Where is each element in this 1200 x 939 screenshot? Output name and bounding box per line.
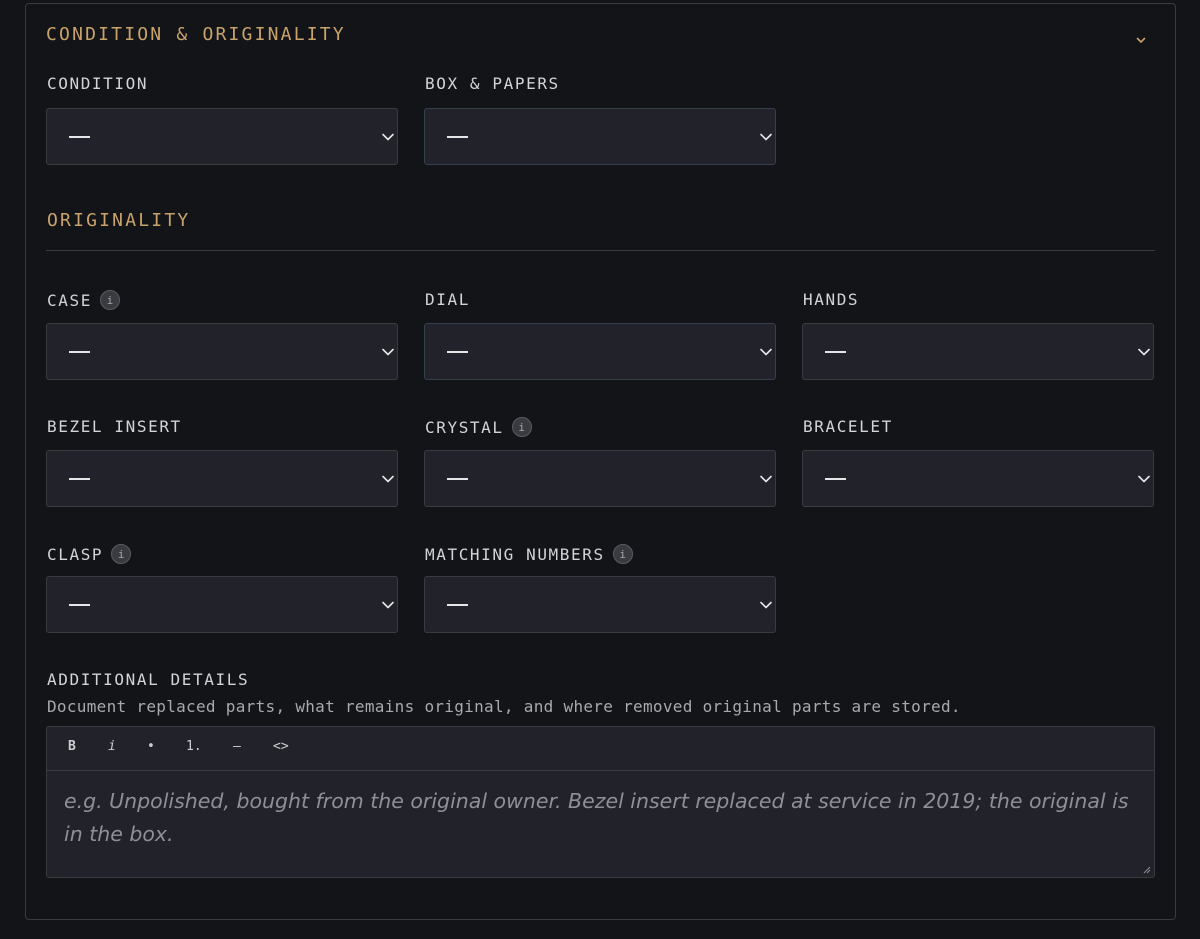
chevron-down-icon: [1138, 475, 1150, 483]
bezel-insert-label: BEZEL INSERT: [47, 417, 182, 436]
additional-details-editor[interactable]: B i • 1. — <> e.g. Unpolished, bought fr…: [46, 726, 1155, 878]
hands-select[interactable]: [802, 323, 1154, 380]
box-papers-select[interactable]: [424, 108, 776, 165]
additional-details-textarea[interactable]: e.g. Unpolished, bought from the origina…: [64, 785, 1134, 851]
chevron-down-icon: [382, 348, 394, 356]
case-label: CASE i: [47, 290, 120, 310]
empty-value-dash: [447, 478, 468, 480]
condition-originality-panel: CONDITION & ORIGINALITY CONDITION BOX & …: [25, 3, 1176, 920]
additional-details-helper-text: Document replaced parts, what remains or…: [47, 697, 961, 716]
section-divider: [46, 250, 1155, 251]
chevron-down-icon[interactable]: [1133, 32, 1149, 48]
matching-numbers-label: MATCHING NUMBERS i: [425, 544, 633, 564]
bezel-insert-select[interactable]: [46, 450, 398, 507]
chevron-down-icon: [382, 133, 394, 141]
matching-numbers-select[interactable]: [424, 576, 776, 633]
editor-toolbar: B i • 1. — <>: [47, 727, 1154, 771]
empty-value-dash: [69, 478, 90, 480]
bullet-list-button[interactable]: •: [147, 739, 155, 754]
chevron-down-icon: [760, 348, 772, 356]
chevron-down-icon: [382, 601, 394, 609]
condition-label: CONDITION: [47, 74, 149, 93]
box-papers-label: BOX & PAPERS: [425, 74, 560, 93]
chevron-down-icon: [760, 475, 772, 483]
bracelet-label: BRACELET: [803, 417, 893, 436]
empty-value-dash: [447, 351, 468, 353]
italic-button[interactable]: i: [108, 739, 116, 754]
info-icon[interactable]: i: [511, 417, 532, 437]
resize-handle-icon[interactable]: [1141, 864, 1151, 874]
condition-select[interactable]: [46, 108, 398, 165]
empty-value-dash: [69, 351, 90, 353]
empty-value-dash: [447, 136, 468, 138]
clasp-label: CLASP i: [47, 544, 132, 564]
info-icon[interactable]: i: [612, 544, 633, 564]
empty-value-dash: [69, 604, 90, 606]
crystal-select[interactable]: [424, 450, 776, 507]
numbered-list-button[interactable]: 1.: [186, 739, 202, 754]
section-title-originality: ORIGINALITY: [47, 210, 191, 231]
empty-value-dash: [825, 478, 846, 480]
chevron-down-icon: [760, 133, 772, 141]
horizontal-rule-button[interactable]: —: [233, 739, 241, 754]
empty-value-dash: [69, 136, 90, 138]
chevron-down-icon: [1138, 348, 1150, 356]
dial-label: DIAL: [425, 290, 470, 309]
section-title-condition-originality: CONDITION & ORIGINALITY: [46, 24, 346, 45]
clasp-select[interactable]: [46, 576, 398, 633]
info-icon[interactable]: i: [99, 290, 120, 310]
bracelet-select[interactable]: [802, 450, 1154, 507]
info-icon[interactable]: i: [111, 544, 132, 564]
hands-label: HANDS: [803, 290, 860, 309]
empty-value-dash: [447, 604, 468, 606]
bold-button[interactable]: B: [68, 739, 76, 754]
empty-value-dash: [825, 351, 846, 353]
case-select[interactable]: [46, 323, 398, 380]
crystal-label: CRYSTAL i: [425, 417, 532, 437]
chevron-down-icon: [382, 475, 394, 483]
dial-select[interactable]: [424, 323, 776, 380]
code-button[interactable]: <>: [273, 739, 289, 754]
additional-details-label: ADDITIONAL DETAILS: [47, 670, 250, 689]
chevron-down-icon: [760, 601, 772, 609]
